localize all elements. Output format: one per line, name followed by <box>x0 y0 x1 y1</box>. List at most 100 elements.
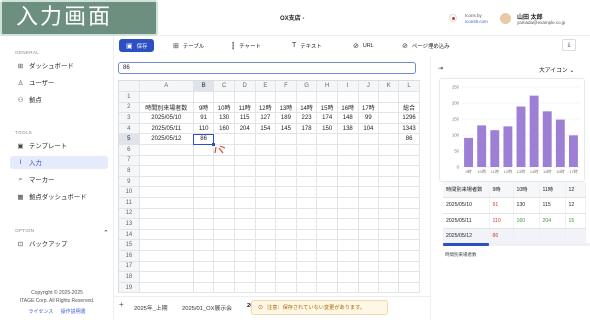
grid-cell[interactable] <box>275 208 297 220</box>
grid-cell[interactable] <box>358 155 380 167</box>
grid-cell[interactable]: 138 <box>337 123 359 135</box>
grid-cell[interactable] <box>378 186 400 199</box>
grid-cell[interactable] <box>275 271 297 283</box>
grid-cell[interactable] <box>378 144 400 156</box>
grid-cell[interactable] <box>255 144 277 156</box>
grid-cell[interactable] <box>139 155 194 167</box>
grid-cell[interactable] <box>296 218 318 230</box>
grid-cell[interactable] <box>337 133 359 146</box>
column-header[interactable]: K <box>378 81 400 93</box>
chart-button[interactable]: ┇ チャート <box>224 39 268 52</box>
grid-cell[interactable] <box>378 197 400 209</box>
column-header[interactable]: J <box>358 81 380 93</box>
formula-input[interactable]: 86 <box>118 62 416 74</box>
grid-cell[interactable] <box>234 133 256 146</box>
grid-cell[interactable] <box>213 155 235 167</box>
grid-cell[interactable]: 14時 <box>296 102 318 114</box>
icon-size-select[interactable]: 大アイコン ⌄ <box>539 65 574 74</box>
grid-cell[interactable] <box>193 186 215 199</box>
grid-cell[interactable] <box>358 144 380 156</box>
grid-cell[interactable] <box>337 176 359 188</box>
grid-cell[interactable]: 86 <box>398 133 420 146</box>
grid-cell[interactable] <box>337 229 359 241</box>
manual-link[interactable]: 操作説明書 <box>61 309 86 315</box>
grid-cell[interactable] <box>275 239 297 251</box>
grid-cell[interactable] <box>398 91 420 103</box>
grid-cell[interactable]: 104 <box>358 123 380 135</box>
grid-cell[interactable]: 2025/05/12 <box>139 133 194 146</box>
grid-cell[interactable]: 130 <box>213 112 235 124</box>
column-header[interactable]: E <box>255 81 277 93</box>
row-header[interactable]: 14 <box>119 229 140 241</box>
grid-cell[interactable]: 189 <box>275 112 297 124</box>
grid-cell[interactable]: 154 <box>255 123 277 135</box>
grid-cell[interactable] <box>337 208 359 220</box>
grid-cell[interactable]: 9時 <box>193 102 215 114</box>
row-header[interactable]: 4 <box>119 123 140 135</box>
column-header[interactable]: F <box>275 81 297 93</box>
row-header[interactable]: 6 <box>119 144 140 156</box>
grid-cell[interactable] <box>193 239 215 251</box>
grid-cell[interactable] <box>398 282 420 293</box>
grid-cell[interactable] <box>378 271 400 283</box>
grid-cell[interactable] <box>398 176 420 188</box>
grid-cell[interactable] <box>234 271 256 283</box>
grid-cell[interactable] <box>193 282 215 293</box>
text-button[interactable]: T テキスト <box>285 39 329 52</box>
grid-cell[interactable] <box>398 218 420 230</box>
store-selector[interactable]: OX支店 - <box>280 13 304 22</box>
grid-cell[interactable] <box>234 176 256 188</box>
grid-cell[interactable] <box>358 239 380 251</box>
grid-cell[interactable] <box>139 197 194 209</box>
grid-cell[interactable] <box>358 208 380 220</box>
grid-cell[interactable] <box>193 229 215 241</box>
sidebar-item-base-dashboard[interactable]: ▦ 拠点ダッシュボード <box>10 190 108 203</box>
grid-cell[interactable] <box>337 282 359 293</box>
grid-cell[interactable]: 2025/05/10 <box>139 112 194 124</box>
row-header[interactable]: 13 <box>119 218 140 230</box>
grid-cell[interactable] <box>378 208 400 220</box>
grid-cell[interactable]: 127 <box>255 112 277 124</box>
grid-cell[interactable] <box>213 176 235 188</box>
grid-cell[interactable] <box>213 208 235 220</box>
grid-cell[interactable] <box>255 165 277 177</box>
grid-cell[interactable] <box>139 282 194 293</box>
grid-cell[interactable] <box>193 261 215 273</box>
sheet-tab[interactable]: 2025年_上期 <box>134 303 168 312</box>
grid-cell[interactable] <box>358 218 380 230</box>
grid-cell[interactable] <box>296 133 318 146</box>
grid-cell[interactable] <box>139 91 194 103</box>
column-header[interactable]: C <box>213 81 235 93</box>
grid-cell[interactable] <box>213 239 235 251</box>
grid-cell[interactable] <box>275 133 297 146</box>
column-header[interactable]: G <box>296 81 318 93</box>
grid-cell[interactable] <box>358 197 380 209</box>
grid-cell[interactable] <box>213 133 235 146</box>
grid-cell[interactable]: 160 <box>213 123 235 135</box>
grid-cell[interactable] <box>275 155 297 167</box>
grid-cell[interactable] <box>275 197 297 209</box>
grid-cell[interactable] <box>337 218 359 230</box>
sidebar-item-users[interactable]: ♙ ユーザー <box>10 76 108 89</box>
grid-cell[interactable] <box>398 229 420 241</box>
grid-cell[interactable] <box>139 271 194 283</box>
grid-cell[interactable] <box>316 229 338 241</box>
license-link[interactable]: ライセンス <box>28 309 53 315</box>
column-header[interactable]: I <box>337 81 359 93</box>
row-header[interactable]: 7 <box>119 155 140 167</box>
grid-cell[interactable] <box>316 91 338 103</box>
grid-cell[interactable] <box>378 239 400 251</box>
grid-cell[interactable] <box>255 133 277 146</box>
grid-cell[interactable] <box>193 165 215 177</box>
avatar[interactable] <box>500 13 511 24</box>
grid-cell[interactable] <box>378 176 400 188</box>
grid-cell[interactable]: 12時 <box>255 102 277 114</box>
grid-cell[interactable] <box>316 133 338 146</box>
download-button[interactable]: ⤓ <box>562 39 576 51</box>
grid-cell[interactable] <box>255 91 277 103</box>
icons8-link[interactable]: icons8.com <box>465 19 488 25</box>
grid-cell[interactable] <box>255 186 277 199</box>
grid-cell[interactable] <box>398 261 420 273</box>
grid-cell[interactable] <box>275 165 297 177</box>
grid-cell[interactable]: 99 <box>358 112 380 124</box>
